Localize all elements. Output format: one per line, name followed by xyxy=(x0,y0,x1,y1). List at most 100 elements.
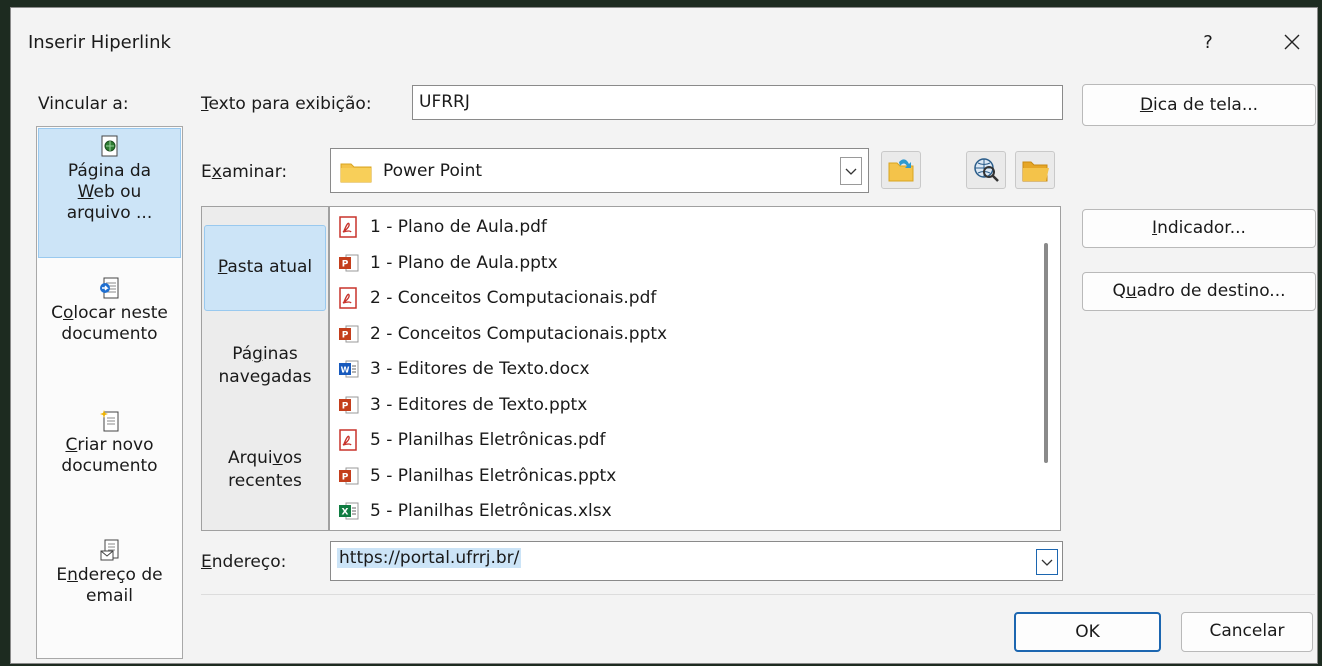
text-to-display-input[interactable]: UFRRJ xyxy=(412,85,1063,120)
link-to-panel: Página da Web ou arquivo ... Colocar nes… xyxy=(36,126,183,659)
place-in-document-icon xyxy=(99,277,118,299)
file-name: 2 - Conceitos Computacionais.pdf xyxy=(370,288,657,308)
up-folder-button[interactable] xyxy=(881,151,921,189)
recent-files-line2: recentes xyxy=(228,471,302,491)
screentip-button[interactable]: Dica de tela... xyxy=(1082,84,1316,126)
look-in-label-rest: aminar: xyxy=(221,162,288,182)
file-list-item[interactable]: P 1 - Plano de Aula.pptx xyxy=(338,246,558,280)
close-icon xyxy=(1284,34,1300,50)
text-to-display-value: UFRRJ xyxy=(419,92,470,112)
file-name: 1 - Plano de Aula.pdf xyxy=(370,217,547,237)
ok-button[interactable]: OK xyxy=(1014,612,1161,652)
svg-text:P: P xyxy=(342,472,349,482)
file-name: 5 - Planilhas Eletrônicas.pptx xyxy=(370,465,617,486)
file-list-item[interactable]: W 3 - Editores de Texto.docx xyxy=(338,352,590,386)
file-list-item[interactable]: X 5 - Planilhas Eletrônicas.xlsx xyxy=(338,494,612,528)
link-to-new-document[interactable]: Criar novo documento xyxy=(38,409,181,509)
file-list-item[interactable]: 2 - Conceitos Computacionais.pdf xyxy=(338,281,656,315)
svg-text:P: P xyxy=(342,259,349,269)
link-to-label: Vincular a: xyxy=(38,94,129,114)
link-to-email-line2: email xyxy=(86,586,133,606)
browsed-pages-line1: Páginas xyxy=(204,343,326,366)
link-to-web-page[interactable]: Página da Web ou arquivo ... xyxy=(38,128,181,258)
link-to-new-line2: documento xyxy=(61,456,158,476)
look-in-value: Power Point xyxy=(383,161,483,181)
link-to-web-line1: Página da xyxy=(67,161,152,181)
browsed-line1-accel: g xyxy=(252,344,263,364)
browse-web-icon xyxy=(974,158,999,182)
link-to-place-line1: Colocar neste xyxy=(38,303,181,324)
divider xyxy=(201,594,1315,595)
file-name: 2 - Conceitos Computacionais.pptx xyxy=(370,323,668,344)
file-name: 3 - Editores de Texto.docx xyxy=(370,359,590,379)
chevron-down-icon xyxy=(1041,559,1053,566)
folder-icon xyxy=(340,163,372,183)
cancel-button[interactable]: Cancelar xyxy=(1181,612,1313,652)
current-folder-accel: P xyxy=(217,257,228,277)
file-list-item[interactable]: 5 - Planilhas Eletrônicas.pdf xyxy=(338,423,606,457)
xlsx-file-icon: X xyxy=(338,500,360,522)
chevron-down-icon xyxy=(845,168,857,175)
text-to-display-accel: T xyxy=(201,94,209,114)
link-to-web-line2: Web ou xyxy=(39,182,180,203)
bookmark-label: ndicador... xyxy=(1157,218,1246,238)
screentip-label: ica de tela... xyxy=(1153,95,1259,115)
address-value: https://portal.ufrrj.br/ xyxy=(337,548,522,568)
recent-files-line1: Arquivos xyxy=(204,447,326,470)
pdf-file-icon xyxy=(338,287,360,309)
address-input[interactable]: https://portal.ufrrj.br/ xyxy=(330,541,1063,581)
docx-file-icon: W xyxy=(338,358,360,380)
text-to-display-label-rest: exto para exibição: xyxy=(208,94,372,114)
svg-text:X: X xyxy=(342,508,349,518)
pdf-file-icon xyxy=(338,429,360,451)
look-in-label-a: E xyxy=(201,162,212,182)
bookmark-button[interactable]: Indicador... xyxy=(1082,209,1316,248)
up-folder-icon xyxy=(888,159,914,182)
link-to-place-line2: documento xyxy=(61,324,158,344)
address-label: Endereço: xyxy=(201,552,286,572)
browse-web-button[interactable] xyxy=(966,151,1006,189)
current-folder-label: asta atual xyxy=(227,257,313,277)
address-dropdown[interactable] xyxy=(1036,549,1058,575)
browse-file-icon xyxy=(1022,161,1049,182)
file-name: 1 - Plano de Aula.pptx xyxy=(370,252,558,273)
recent-line1-a: Arqui xyxy=(228,448,273,468)
file-list-item[interactable]: P 3 - Editores de Texto.pptx xyxy=(338,388,587,422)
address-label-rest: ndereço: xyxy=(211,552,287,572)
pptx-file-icon: P xyxy=(338,323,360,345)
browse-file-button[interactable] xyxy=(1015,151,1055,189)
place-line1-accel: o xyxy=(62,303,74,323)
link-to-email-line1: Endereço de xyxy=(38,565,181,586)
link-to-email-address[interactable]: Endereço de email xyxy=(38,539,181,649)
address-accel: E xyxy=(201,552,212,572)
recent-line1-accel: v xyxy=(272,448,283,468)
file-list-item[interactable]: P 5 - Planilhas Eletrônicas.pptx xyxy=(338,459,616,493)
pptx-file-icon: P xyxy=(338,465,360,487)
look-in-combobox[interactable]: Power Point xyxy=(330,148,869,193)
target-frame-accel: u xyxy=(1125,281,1137,301)
link-to-place-in-document[interactable]: Colocar neste documento xyxy=(38,277,181,377)
look-in-label: Examinar: xyxy=(201,162,287,182)
link-to-web-line2-rest: eb ou xyxy=(93,182,142,202)
file-list[interactable]: 1 - Plano de Aula.pdf P 1 - Plano de Aula.… xyxy=(329,206,1061,531)
tab-current-folder[interactable]: Pasta atual xyxy=(204,225,326,311)
tab-browsed-pages[interactable]: Páginas navegadas xyxy=(204,343,326,403)
target-frame-button[interactable]: Quadro de destino... xyxy=(1082,272,1316,311)
browsed-line1-b: inas xyxy=(262,344,298,364)
email-line1-b: dereço de xyxy=(77,565,163,585)
look-in-dropdown[interactable] xyxy=(840,157,862,185)
place-line1-b: locar neste xyxy=(73,303,168,323)
tab-recent-files[interactable]: Arquivos recentes xyxy=(204,447,326,507)
close-button[interactable] xyxy=(1269,22,1315,62)
new-line1-accel: C xyxy=(65,435,78,455)
file-list-item[interactable]: P 2 - Conceitos Computacionais.pptx xyxy=(338,317,667,351)
target-frame-a: Q xyxy=(1112,281,1126,301)
file-list-item[interactable]: 1 - Plano de Aula.pdf xyxy=(338,210,547,244)
screentip-accel: D xyxy=(1139,95,1154,115)
link-to-web-accel: W xyxy=(77,182,94,202)
email-address-icon xyxy=(100,539,118,561)
scrollbar-thumb[interactable] xyxy=(1044,243,1048,463)
help-button[interactable]: ? xyxy=(1188,24,1228,60)
dialog-title: Inserir Hiperlink xyxy=(28,32,171,53)
svg-text:P: P xyxy=(342,330,349,340)
